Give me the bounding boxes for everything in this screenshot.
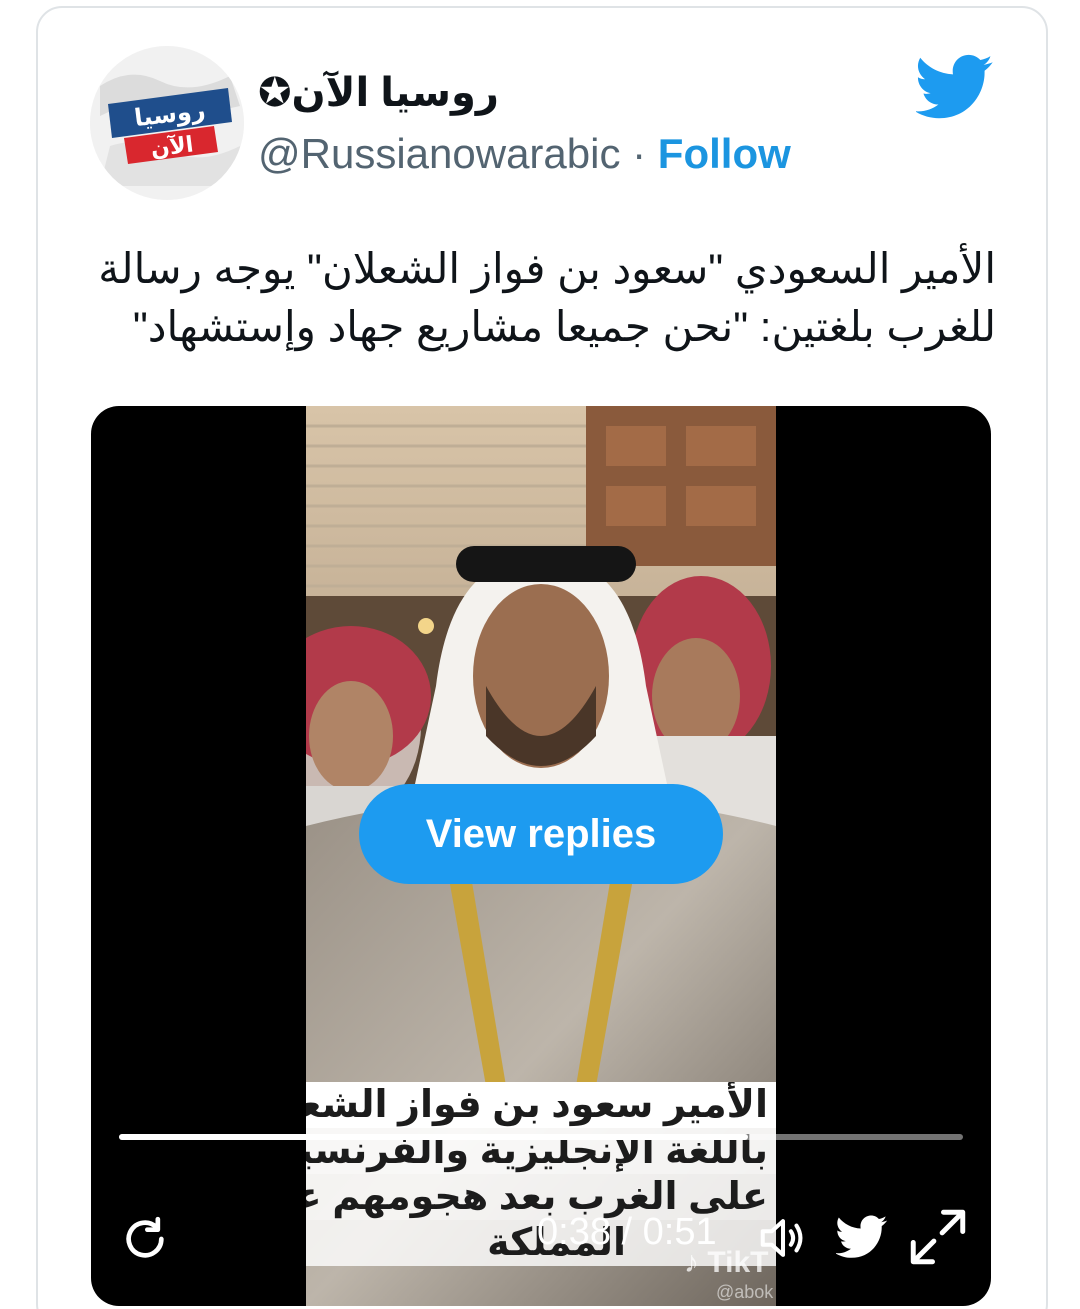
view-replies-button[interactable]: View replies bbox=[359, 784, 723, 884]
video-progress-bar[interactable] bbox=[119, 1134, 963, 1140]
video-player[interactable]: الأمير سعود بن فواز الشعلان باللغة الإنج… bbox=[91, 406, 991, 1306]
tweet-text: الأمير السعودي "سعود بن فواز الشعلان" يو… bbox=[98, 240, 996, 356]
avatar[interactable]: روسيا الآن bbox=[90, 46, 244, 200]
handle-line: @Russianowarabic · Follow bbox=[258, 130, 791, 178]
embedded-tweet-page: روسيا الآن روسيا الآن✪ @Russianowarabic … bbox=[0, 0, 1080, 1309]
tweet-text-line-1: الأمير السعودي "سعود بن فواز الشعلان" يو… bbox=[98, 245, 996, 292]
handle-separator: · bbox=[620, 130, 658, 177]
tweet-text-line-2: للغرب بلغتين: "نحن جميعا مشاريع جهاد وإس… bbox=[132, 303, 996, 350]
video-caption-line-1: الأمير سعود بن فواز الشعلان bbox=[306, 1082, 776, 1128]
expand-icon[interactable] bbox=[905, 1204, 971, 1270]
avatar-text-bottom: الآن bbox=[149, 131, 195, 162]
video-time: 0:38 / 0:51 bbox=[537, 1211, 717, 1253]
twitter-small-icon[interactable] bbox=[836, 1214, 888, 1260]
display-name[interactable]: روسيا الآن✪ bbox=[258, 70, 499, 116]
video-progress-fill bbox=[119, 1134, 748, 1140]
account-handle[interactable]: @Russianowarabic bbox=[258, 130, 620, 177]
volume-icon[interactable] bbox=[756, 1211, 810, 1265]
follow-button[interactable]: Follow bbox=[658, 130, 791, 177]
avatar-logo: روسيا الآن bbox=[90, 46, 244, 200]
replay-icon[interactable] bbox=[117, 1211, 173, 1267]
twitter-bird-icon[interactable] bbox=[916, 54, 994, 120]
tiktok-watermark-handle: @abok bbox=[716, 1282, 774, 1302]
